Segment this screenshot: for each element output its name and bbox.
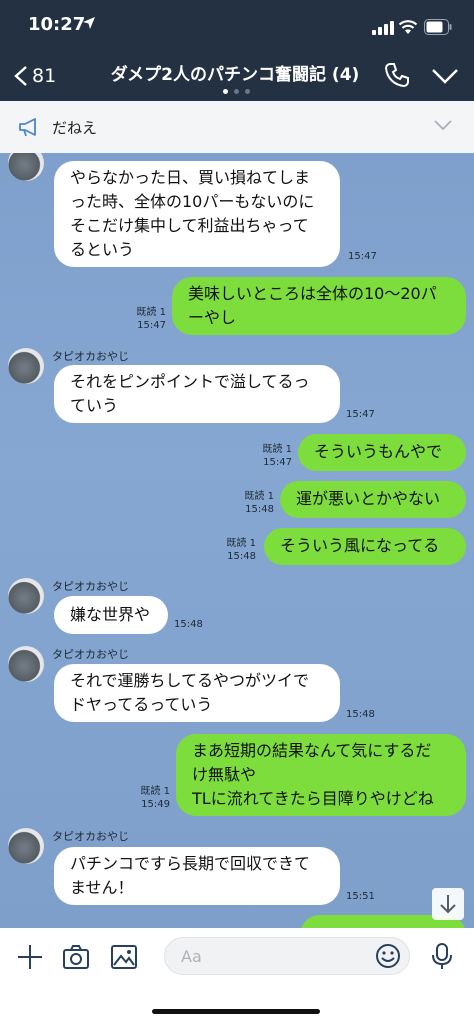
signal-icon	[372, 21, 394, 35]
message-bubble-outgoing[interactable]: そういうもんやで	[298, 434, 466, 471]
plus-icon[interactable]	[16, 943, 44, 971]
message-time: 15:47	[263, 457, 292, 468]
read-receipt: 既読 1	[262, 444, 292, 455]
avatar[interactable]	[8, 153, 44, 181]
message-time: 15:51	[346, 891, 375, 902]
message-bubble-outgoing[interactable]: そういう風になってる	[264, 528, 466, 565]
message-time: 15:49	[141, 799, 170, 810]
phone-icon[interactable]	[384, 62, 410, 88]
message-time: 15:47	[348, 251, 377, 262]
microphone-icon[interactable]	[428, 942, 456, 970]
wifi-icon	[398, 20, 418, 34]
message-bubble-incoming[interactable]: やらなかった日、買い損ねてしま った時、全体の10パーもないのに そこだけ集中して利…	[54, 161, 340, 267]
message-bubble-incoming[interactable]: 嫌な世界や	[54, 596, 168, 634]
avatar[interactable]	[8, 578, 44, 614]
read-receipt: 既読 1	[140, 786, 170, 797]
read-receipt: 既読 1	[226, 538, 256, 549]
status-time: 10:27	[28, 14, 86, 35]
message-time: 15:48	[174, 619, 203, 630]
chat-header: 81 ダメプ2人のパチンコ奮闘記 (4)	[0, 48, 474, 101]
message-time: 15:48	[346, 709, 375, 720]
message-list[interactable]: やらなかった日、買い損ねてしま った時、全体の10パーもないのに そこだけ集中して利…	[0, 153, 474, 928]
chevron-down-icon[interactable]	[430, 66, 460, 86]
announcement-bar[interactable]: だねえ	[0, 101, 474, 154]
chat-title[interactable]: ダメプ2人のパチンコ奮闘記 (4)	[100, 60, 370, 85]
battery-icon	[424, 19, 452, 35]
avatar[interactable]	[8, 646, 44, 682]
message-bubble-outgoing[interactable]: 運が悪いとかやない	[280, 481, 466, 518]
megaphone-icon	[19, 118, 36, 137]
emoji-icon[interactable]	[374, 942, 402, 970]
read-receipt: 既読 1	[136, 307, 166, 318]
sender-name: タピオカおやじ	[52, 580, 129, 593]
chevron-down-icon[interactable]	[434, 119, 452, 131]
camera-icon[interactable]	[62, 943, 90, 971]
back-chevron-icon	[14, 66, 27, 86]
arrow-down-icon	[440, 895, 456, 914]
message-bubble-incoming[interactable]: それで運勝ちしてるやつがツイで ドヤってるっていう	[54, 664, 340, 722]
avatar[interactable]	[8, 828, 44, 864]
sender-name: タピオカおやじ	[52, 830, 129, 843]
read-receipt: 既読 1	[244, 491, 274, 502]
message-time: 15:48	[245, 504, 274, 515]
back-button[interactable]: 81	[8, 58, 68, 92]
announcement-text: だねえ	[52, 119, 98, 137]
message-time: 15:47	[137, 320, 166, 331]
scroll-to-bottom-button[interactable]	[432, 888, 464, 920]
home-indicator[interactable]	[152, 1009, 320, 1014]
location-arrow-icon	[83, 17, 95, 29]
page-indicator	[223, 89, 253, 95]
status-bar: 10:27	[0, 0, 474, 48]
unread-count: 81	[32, 65, 57, 87]
message-bubble-incoming[interactable]: パチンコですら長期で回収できて ません！	[54, 847, 340, 905]
sender-name: タピオカおやじ	[52, 648, 129, 661]
image-icon[interactable]	[110, 943, 138, 971]
avatar[interactable]	[8, 348, 44, 384]
message-bubble-incoming[interactable]: それをピンポイントで溢してるっ ていう	[54, 365, 340, 423]
message-time: 15:47	[346, 409, 375, 420]
message-bubble-outgoing[interactable]: 美味しいところは全体の10〜20パ ーやし	[172, 277, 466, 335]
sender-name: タピオカおやじ	[52, 350, 129, 363]
message-time: 15:48	[227, 551, 256, 562]
message-bubble-outgoing[interactable]: まあ短期の結果なんて気にするだ け無駄や TLに流れてきたら目障りやけどね	[176, 734, 466, 816]
